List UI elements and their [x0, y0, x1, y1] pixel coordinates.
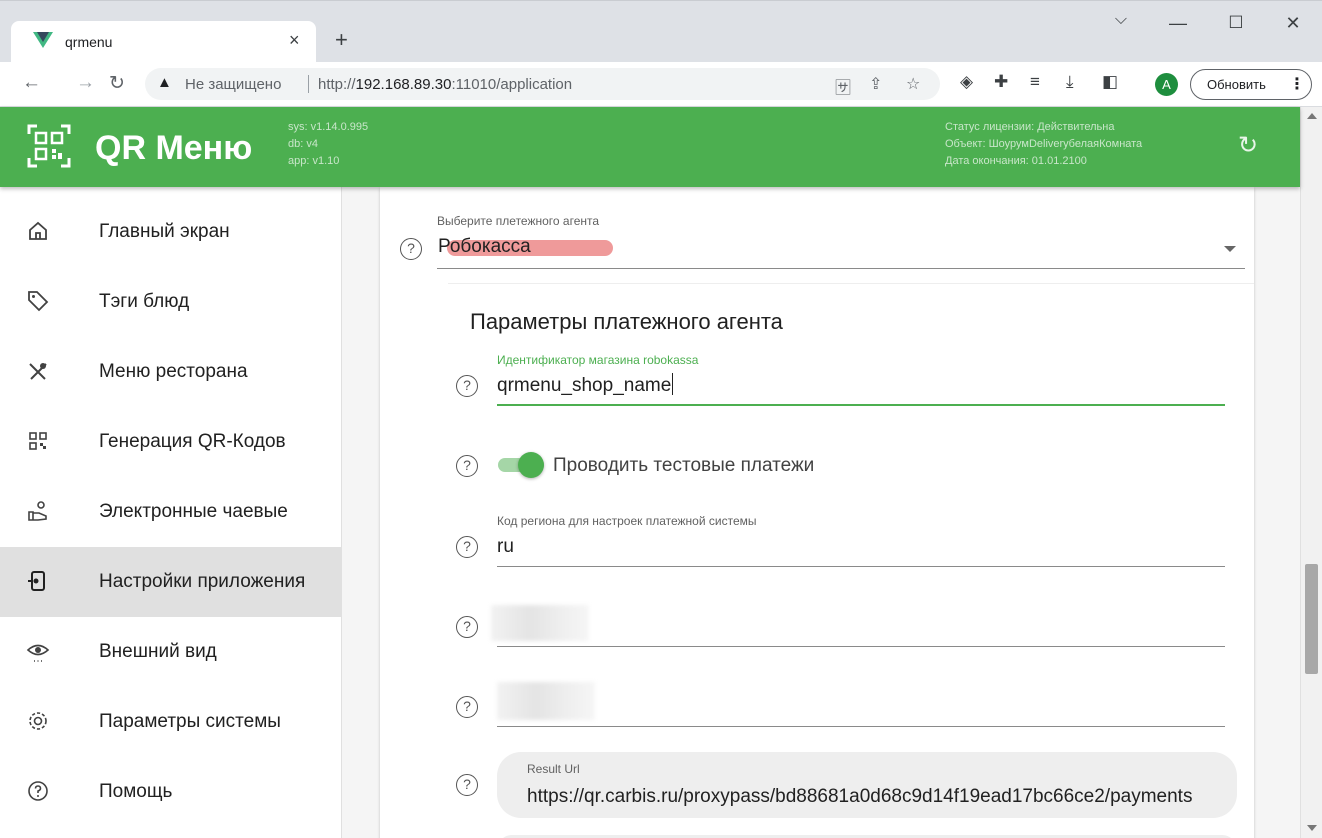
not-secure-label[interactable]: Не защищено: [185, 76, 281, 93]
url-text[interactable]: http://192.168.89.30:11010/application: [318, 76, 572, 93]
divider: [448, 283, 1254, 284]
minimize-icon[interactable]: —: [1163, 13, 1193, 34]
redacted-field-value[interactable]: [491, 605, 589, 641]
share-icon[interactable]: ⇪: [869, 74, 882, 94]
browser-tab[interactable]: qrmenu ×: [11, 21, 316, 63]
reload-icon[interactable]: ↻: [109, 72, 125, 95]
sidebar-item-app-settings[interactable]: Настройки приложения: [0, 547, 342, 617]
tab-title: qrmenu: [65, 34, 113, 50]
help-icon: [28, 781, 48, 801]
help-icon[interactable]: ?: [400, 238, 422, 260]
new-tab-icon[interactable]: +: [335, 27, 348, 53]
star-icon[interactable]: ☆: [906, 74, 920, 94]
shop-id-underline: [497, 404, 1225, 406]
app-title: QR Меню: [95, 129, 253, 167]
maximize-icon[interactable]: ☐: [1221, 13, 1251, 33]
help-icon[interactable]: ?: [456, 616, 478, 638]
shop-id-input[interactable]: qrmenu_shop_name: [497, 373, 674, 397]
sidebar-item-home[interactable]: Главный экран: [0, 197, 342, 267]
update-button[interactable]: Обновить ⋮: [1190, 69, 1312, 100]
agent-select-label: Выберите плетежного агента: [437, 214, 600, 228]
main-content: Выберите плетежного агента ? Робокасса П…: [342, 187, 1300, 838]
tips-hand-icon: [28, 501, 47, 521]
tag-icon: [28, 291, 49, 312]
redacted-field-underline: [497, 646, 1225, 647]
sidebar-item-label: Настройки приложения: [99, 571, 306, 592]
home-icon: [29, 221, 47, 240]
sidebar-item-tags[interactable]: Тэги блюд: [0, 267, 342, 337]
shop-id-label: Идентификатор магазина robokassa: [497, 353, 699, 367]
browser-toolbar: ← → ↻ ▲ Не защищено http://192.168.89.30…: [0, 62, 1322, 107]
sidebar-item-label: Главный экран: [99, 221, 230, 242]
license-info: Статус лицензии: Действительна Объект: Ш…: [945, 121, 1143, 167]
help-icon[interactable]: ?: [456, 774, 478, 796]
sidebar-item-label: Генерация QR-Кодов: [99, 431, 286, 452]
sidebar-item-qr[interactable]: Генерация QR-Кодов: [0, 407, 342, 477]
cutlery-icon: [29, 363, 47, 380]
back-icon[interactable]: ←: [22, 72, 41, 94]
tab-search-icon[interactable]: ⌵: [1106, 11, 1136, 29]
sidepanel-icon[interactable]: ◧: [1102, 72, 1118, 92]
menu-dots-icon[interactable]: ⋮: [1289, 74, 1305, 94]
result-url-label: Result Url: [527, 762, 580, 776]
chevron-down-icon[interactable]: [1224, 246, 1236, 252]
help-icon[interactable]: ?: [456, 375, 478, 397]
app-header: QR Меню sys: v1.14.0.995 db: v4 app: v1.…: [0, 107, 1300, 187]
eye-icon: [26, 644, 50, 662]
scroll-thumb[interactable]: [1305, 564, 1318, 674]
download-icon[interactable]: ⤓: [1066, 72, 1074, 92]
qr-icon: [29, 432, 47, 450]
translate-icon[interactable]: 🈂: [835, 74, 851, 98]
app-settings-icon: [28, 571, 45, 591]
result-url-field[interactable]: Result Url https://qr.carbis.ru/proxypas…: [497, 752, 1237, 818]
section-title: Параметры платежного агента: [470, 309, 783, 334]
reading-list-icon[interactable]: ≡: [1030, 72, 1040, 92]
help-icon[interactable]: ?: [456, 696, 478, 718]
vue-logo-icon: [33, 32, 53, 48]
refresh-icon[interactable]: ↻: [1238, 131, 1258, 160]
omnibox-divider: [308, 75, 309, 93]
test-payments-label: Проводить тестовые платежи: [553, 455, 815, 476]
result-url-value[interactable]: https://qr.carbis.ru/proxypass/bd88681a0…: [527, 786, 1235, 808]
shield-icon[interactable]: ◈: [960, 72, 973, 92]
address-bar[interactable]: ▲ Не защищено http://192.168.89.30:11010…: [145, 68, 940, 100]
qr-logo-icon: [27, 124, 71, 168]
gear-icon: [29, 712, 47, 730]
scroll-down-icon[interactable]: [1307, 825, 1317, 831]
sidebar-item-help[interactable]: Помощь: [0, 757, 342, 827]
update-label: Обновить: [1207, 77, 1266, 92]
tab-close-icon[interactable]: ×: [289, 30, 300, 51]
scroll-up-icon[interactable]: [1307, 113, 1317, 119]
settings-card: Выберите плетежного агента ? Робокасса П…: [380, 187, 1254, 838]
browser-tabstrip: qrmenu × + ⌵ — ☐ ✕: [0, 0, 1322, 63]
warning-icon[interactable]: ▲: [157, 74, 172, 91]
forward-icon[interactable]: →: [76, 72, 95, 94]
switch-thumb[interactable]: [518, 452, 544, 478]
sidebar-item-label: Внешний вид: [99, 641, 217, 662]
sidebar-item-menu[interactable]: Меню ресторана: [0, 337, 342, 407]
sidebar-item-label: Помощь: [99, 781, 173, 802]
sidebar-item-label: Тэги блюд: [99, 291, 190, 312]
sidebar-item-label: Меню ресторана: [99, 361, 248, 382]
sidebar-item-system[interactable]: Параметры системы: [0, 687, 342, 757]
close-window-icon[interactable]: ✕: [1278, 13, 1308, 34]
profile-avatar[interactable]: A: [1155, 73, 1178, 96]
version-info: sys: v1.14.0.995 db: v4 app: v1.10: [288, 121, 369, 167]
region-input[interactable]: ru: [497, 536, 514, 558]
region-underline: [497, 566, 1225, 567]
sidebar-item-label: Параметры системы: [99, 711, 281, 732]
agent-select-value[interactable]: Робокасса: [438, 236, 531, 258]
puzzle-icon[interactable]: ✚: [994, 72, 1008, 92]
region-label: Код региона для настроек платежной систе…: [497, 514, 757, 528]
help-icon[interactable]: ?: [456, 455, 478, 477]
page-scrollbar[interactable]: [1300, 107, 1322, 838]
sidebar: Главный экран Тэги блюд Меню ресторана Г…: [0, 187, 342, 838]
redacted-field-value[interactable]: [497, 682, 595, 720]
redacted-field-underline: [497, 726, 1225, 727]
sidebar-item-tips[interactable]: Электронные чаевые: [0, 477, 342, 547]
help-icon[interactable]: ?: [456, 536, 478, 558]
agent-select-underline: [437, 268, 1245, 269]
sidebar-item-appearance[interactable]: Внешний вид: [0, 617, 342, 687]
sidebar-item-label: Электронные чаевые: [99, 501, 288, 522]
